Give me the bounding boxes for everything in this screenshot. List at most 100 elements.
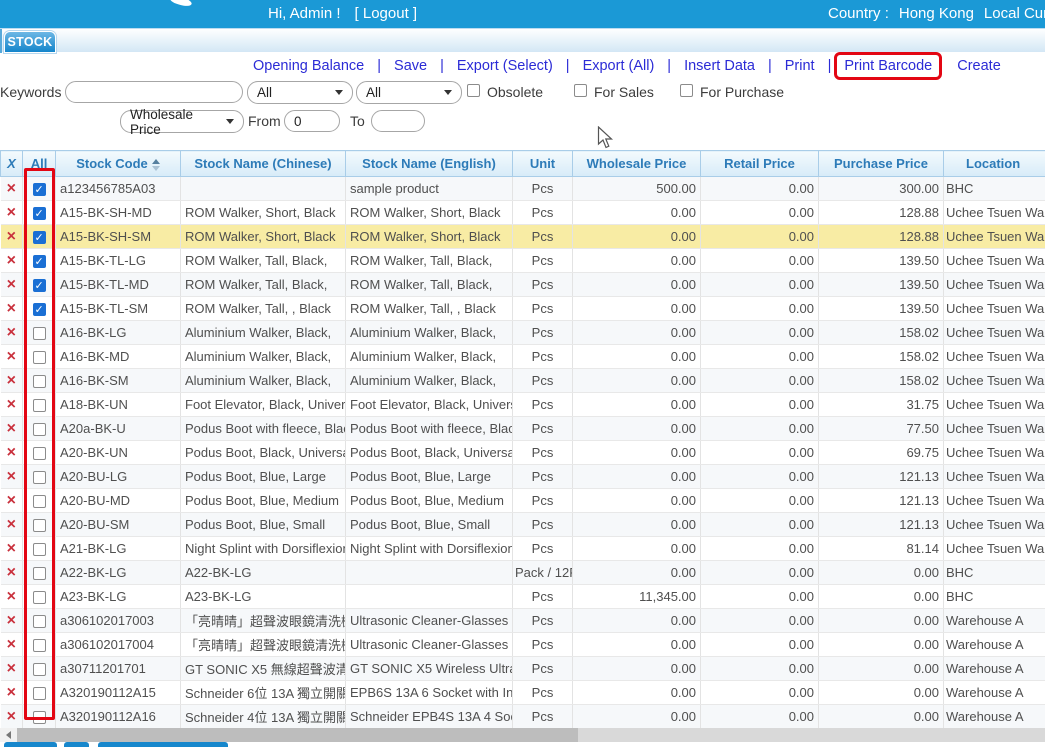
location-cell: Warehouse A [944, 609, 1045, 633]
row-checkbox[interactable] [33, 375, 46, 388]
price-field-select[interactable]: Wholesale Price [120, 110, 244, 133]
delete-row-icon[interactable]: × [7, 708, 16, 725]
price-from-input[interactable]: 0 [284, 110, 340, 132]
row-checkbox[interactable] [33, 615, 46, 628]
location-cell: Uchee Tsuen Wan [944, 441, 1045, 465]
name-chinese-cell: 「亮晴晴」超聲波眼鏡清洗機 [181, 609, 346, 633]
row-checkbox[interactable] [33, 639, 46, 652]
category-select-2[interactable]: All [356, 81, 462, 104]
delete-row-icon[interactable]: × [7, 228, 16, 245]
unit-header[interactable]: Unit [513, 151, 573, 177]
save-link[interactable]: Save [394, 58, 427, 74]
row-checkbox[interactable] [33, 447, 46, 460]
delete-row-icon[interactable]: × [7, 348, 16, 365]
row-checkbox[interactable] [33, 543, 46, 556]
delete-row-icon[interactable]: × [7, 564, 16, 581]
wholesale-price-header[interactable]: Wholesale Price [573, 151, 701, 177]
row-checkbox[interactable] [33, 183, 46, 196]
row-checkbox[interactable] [33, 351, 46, 364]
delete-row-icon[interactable]: × [7, 660, 16, 677]
export-select-link[interactable]: Export (Select) [457, 58, 553, 74]
price-to-input[interactable] [371, 110, 425, 132]
insert-data-link[interactable]: Insert Data [684, 58, 755, 74]
sort-icon[interactable] [152, 159, 160, 171]
delete-row-icon[interactable]: × [7, 612, 16, 629]
row-checkbox[interactable] [33, 423, 46, 436]
delete-row-icon[interactable]: × [7, 516, 16, 533]
delete-cell: × [1, 489, 23, 513]
purchase-price-cell: 0.00 [819, 681, 944, 705]
wholesale-price-cell: 0.00 [573, 537, 701, 561]
for-sales-checkbox[interactable] [574, 84, 587, 97]
location-header[interactable]: Location [944, 151, 1045, 177]
row-checkbox[interactable] [33, 399, 46, 412]
row-checkbox[interactable] [33, 327, 46, 340]
export-all-link[interactable]: Export (All) [583, 58, 655, 74]
horizontal-scrollbar [0, 728, 1045, 742]
checkbox-cell [23, 657, 56, 681]
delete-row-icon[interactable]: × [7, 300, 16, 317]
unit-cell: Pack / 12P [513, 561, 573, 585]
unit-cell: Pcs [513, 609, 573, 633]
row-checkbox[interactable] [33, 207, 46, 220]
row-checkbox[interactable] [33, 279, 46, 292]
select-all-header[interactable]: All [23, 151, 56, 177]
row-checkbox[interactable] [33, 687, 46, 700]
name-chinese-header[interactable]: Stock Name (Chinese) [181, 151, 346, 177]
delete-all-header[interactable]: X [1, 151, 23, 177]
location-cell: Uchee Tsuen Wan [944, 321, 1045, 345]
delete-row-icon[interactable]: × [7, 444, 16, 461]
row-checkbox[interactable] [33, 663, 46, 676]
delete-row-icon[interactable]: × [7, 204, 16, 221]
delete-row-icon[interactable]: × [7, 468, 16, 485]
scroll-left-button[interactable] [0, 728, 17, 742]
delete-row-icon[interactable]: × [7, 324, 16, 341]
unit-cell: Pcs [513, 297, 573, 321]
bottom-button-fragment[interactable] [98, 742, 228, 747]
opening-balance-link[interactable]: Opening Balance [253, 58, 364, 74]
retail-price-header[interactable]: Retail Price [701, 151, 819, 177]
wholesale-price-cell: 0.00 [573, 681, 701, 705]
delete-row-icon[interactable]: × [7, 276, 16, 293]
location-cell: Uchee Tsuen Wan [944, 201, 1045, 225]
stock-code-cell: A15-BK-TL-LG [56, 249, 181, 273]
row-checkbox[interactable] [33, 255, 46, 268]
delete-row-icon[interactable]: × [7, 372, 16, 389]
create-link[interactable]: Create [957, 58, 1001, 74]
purchase-price-header[interactable]: Purchase Price [819, 151, 944, 177]
delete-row-icon[interactable]: × [7, 588, 16, 605]
tab-stock[interactable]: STOCK [4, 31, 56, 53]
delete-row-icon[interactable]: × [7, 252, 16, 269]
for-purchase-checkbox[interactable] [680, 84, 693, 97]
row-checkbox[interactable] [33, 567, 46, 580]
row-checkbox[interactable] [33, 231, 46, 244]
bottom-button-fragment[interactable] [64, 742, 89, 747]
delete-row-icon[interactable]: × [7, 396, 16, 413]
delete-row-icon[interactable]: × [7, 180, 16, 197]
row-checkbox[interactable] [33, 495, 46, 508]
row-checkbox[interactable] [33, 303, 46, 316]
bottom-button-fragment[interactable] [4, 742, 57, 747]
print-link[interactable]: Print [785, 58, 815, 74]
toolbar: Opening Balance | Save | Export (Select)… [253, 55, 1001, 77]
wholesale-price-cell: 0.00 [573, 441, 701, 465]
row-checkbox[interactable] [33, 471, 46, 484]
print-barcode-link[interactable]: Print Barcode [844, 58, 932, 74]
delete-row-icon[interactable]: × [7, 540, 16, 557]
table-row: × A15-BK-SH-SM ROM Walker, Short, Black … [1, 225, 1045, 249]
category-select-1[interactable]: All [247, 81, 353, 104]
name-english-header[interactable]: Stock Name (English) [346, 151, 513, 177]
row-checkbox[interactable] [33, 519, 46, 532]
delete-row-icon[interactable]: × [7, 420, 16, 437]
obsolete-checkbox[interactable] [467, 84, 480, 97]
logout-link[interactable]: [ Logout ] [355, 5, 418, 22]
delete-row-icon[interactable]: × [7, 492, 16, 509]
row-checkbox[interactable] [33, 711, 46, 724]
delete-row-icon[interactable]: × [7, 684, 16, 701]
scrollbar-thumb[interactable] [17, 728, 578, 742]
row-checkbox[interactable] [33, 591, 46, 604]
keywords-input[interactable] [65, 81, 243, 103]
delete-row-icon[interactable]: × [7, 636, 16, 653]
stock-code-header[interactable]: Stock Code [56, 151, 181, 177]
for-sales-label: For Sales [594, 84, 654, 100]
